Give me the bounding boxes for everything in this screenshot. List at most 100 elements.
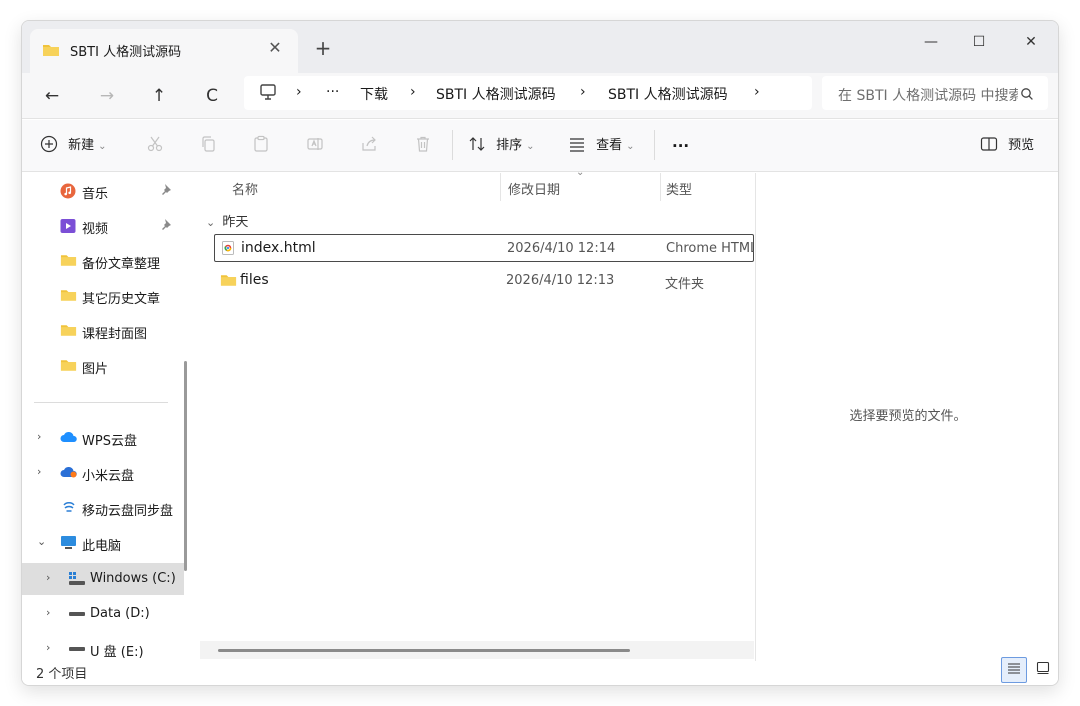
sidebar-scrollbar[interactable] [184,361,187,571]
breadcrumb-separator[interactable]: › [296,84,302,100]
sidebar-item-drive-d[interactable]: › Data (D:) [22,598,184,630]
navigation-pane: 音乐 视频 备份文章整理 其它历史文章 课程封面图 图片 › WPS云盘 › 小… [22,173,184,661]
column-header-name[interactable]: 名称 [232,179,258,198]
mobile-cloud-icon [62,500,76,518]
breadcrumb-folder-2[interactable]: SBTI 人格测试源码 [608,84,728,104]
add-circle-icon [40,135,58,153]
expand-chevron-icon[interactable]: › [37,465,41,478]
copy-button[interactable] [200,134,218,158]
tiles-view-icon [1036,661,1050,675]
details-view-icon [1008,663,1020,674]
file-date: 2026/4/10 12:14 [507,241,616,256]
paste-button[interactable] [252,134,270,158]
sidebar-item-label: WPS云盘 [82,434,137,449]
expand-chevron-icon[interactable]: › [46,606,50,619]
large-icons-view-button[interactable] [1032,659,1054,681]
file-list: 名称 修改日期 ⌄ 类型 ⌄ 昨天 index.html 2026/4/10 1… [194,167,754,661]
sidebar-item-label: 课程封面图 [82,327,148,342]
file-row[interactable]: index.html 2026/4/10 12:14 Chrome HTML D… [214,234,754,262]
expand-chevron-icon[interactable]: › [46,641,50,654]
column-header-type[interactable]: 类型 [666,179,692,198]
view-list-icon [570,138,584,152]
breadcrumb-more[interactable]: ··· [326,84,339,100]
sidebar-item-drive-c[interactable]: › Windows (C:) [22,563,184,595]
group-chevron-icon: ⌄ [206,216,216,229]
new-button[interactable]: 新建 ⌄ [40,134,107,158]
file-type: Chrome HTML Document [666,241,754,256]
pc-icon[interactable] [258,82,278,106]
search-box[interactable]: 在 SBTI 人格测试源码 中搜索 [822,76,1048,110]
cut-icon [147,136,163,152]
details-view-button[interactable] [1001,657,1027,683]
breadcrumb-downloads[interactable]: 下载 [360,84,388,104]
sidebar-item-label: U 盘 (E:) [90,645,144,660]
music-icon [60,183,76,203]
sidebar-item-folder[interactable]: 其它历史文章 [22,280,184,312]
pin-icon [160,183,172,198]
new-tab-button[interactable]: + [312,37,334,59]
tab-close-button[interactable]: ✕ [264,37,286,59]
view-button[interactable]: 查看 ⌄ [568,134,635,158]
collapse-chevron-icon[interactable]: ⌄ [37,535,46,548]
back-button[interactable]: ← [37,81,67,111]
horizontal-scrollbar-thumb[interactable] [218,649,630,652]
preview-pane: 选择要预览的文件。 [755,173,1058,661]
xiaomi-cloud-icon [60,465,78,483]
sort-button-label: 排序 [496,138,523,153]
share-button[interactable] [360,134,378,158]
cut-button[interactable] [146,134,164,158]
copy-icon [202,136,215,152]
breadcrumb-separator[interactable]: › [580,84,586,100]
preview-pane-label: 预览 [1008,138,1035,153]
sidebar-item-mobile-cloud[interactable]: 移动云盘同步盘 [22,492,184,524]
rename-button[interactable] [306,134,324,158]
group-header[interactable]: ⌄ 昨天 [206,211,248,230]
folder-icon [220,273,237,291]
wps-cloud-icon [60,430,78,448]
sidebar-item-drive-e[interactable]: › U 盘 (E:) [22,633,184,661]
folder-icon [42,42,60,61]
paste-icon [254,135,268,152]
sidebar-item-folder[interactable]: 备份文章整理 [22,245,184,277]
search-input[interactable]: 在 SBTI 人格测试源码 中搜索 [838,85,1018,105]
sidebar-item-this-pc[interactable]: ⌄ 此电脑 [22,527,184,559]
preview-pane-icon [980,137,998,151]
forward-button[interactable]: → [92,81,122,111]
file-date: 2026/4/10 12:13 [506,273,615,288]
minimize-button[interactable]: — [908,27,954,57]
delete-button[interactable] [414,134,432,158]
sidebar-item-music[interactable]: 音乐 [22,175,184,207]
folder-icon [60,358,77,376]
expand-chevron-icon[interactable]: › [37,430,41,443]
up-button[interactable]: ↑ [144,81,174,111]
column-divider[interactable] [500,173,501,201]
address-bar[interactable]: › ··· 下载 › SBTI 人格测试源码 › SBTI 人格测试源码 › [244,76,812,110]
breadcrumb-separator[interactable]: › [754,84,760,100]
rename-icon [307,138,323,150]
tab-active[interactable]: SBTI 人格测试源码 ✕ [30,29,298,73]
preview-pane-button[interactable]: 预览 [980,134,1034,158]
new-button-label: 新建 [68,138,95,153]
refresh-button[interactable]: C [197,81,227,111]
file-row[interactable]: files 2026/4/10 12:13 文件夹 [214,267,754,295]
breadcrumb-folder-1[interactable]: SBTI 人格测试源码 [436,84,556,104]
sort-icon [469,137,485,151]
close-window-button[interactable]: ✕ [1008,27,1054,57]
sort-button[interactable]: 排序 ⌄ [468,134,535,158]
more-options-button[interactable]: ··· [672,134,689,158]
sidebar-item-video[interactable]: 视频 [22,210,184,242]
sidebar-item-folder[interactable]: 课程封面图 [22,315,184,347]
sidebar-item-label: 此电脑 [82,539,122,554]
sidebar-item-wps-cloud[interactable]: › WPS云盘 [22,422,184,454]
column-divider[interactable] [660,173,661,201]
column-header-date[interactable]: 修改日期 [508,179,560,198]
sort-indicator-icon: ⌄ [576,167,585,178]
folder-icon [60,253,77,271]
expand-chevron-icon[interactable]: › [46,571,50,584]
sidebar-item-pictures[interactable]: 图片 [22,350,184,382]
file-name: index.html [241,240,316,256]
tab-title: SBTI 人格测试源码 [70,45,182,60]
breadcrumb-separator[interactable]: › [410,84,416,100]
maximize-button[interactable]: ☐ [956,27,1002,57]
sidebar-item-xiaomi-cloud[interactable]: › 小米云盘 [22,457,184,489]
